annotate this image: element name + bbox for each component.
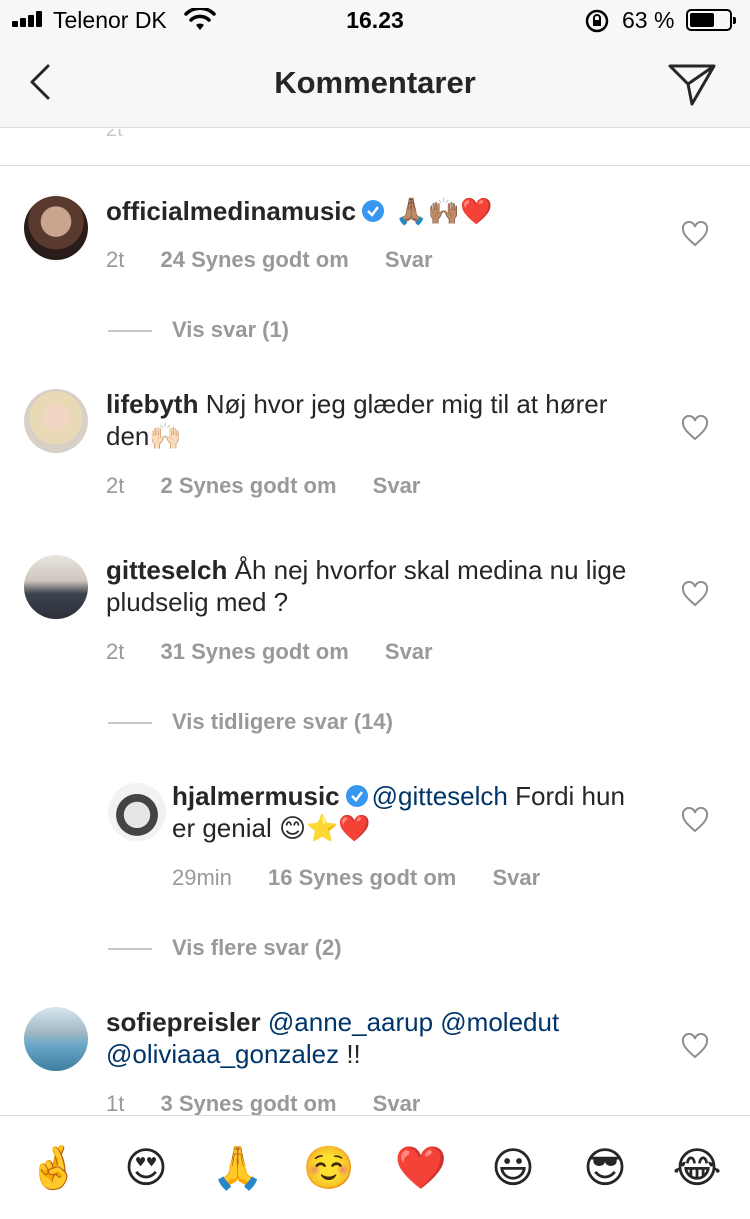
- heart-icon[interactable]: [681, 581, 709, 607]
- username[interactable]: lifebyth: [106, 389, 198, 419]
- heart-icon[interactable]: [681, 221, 709, 247]
- timestamp: 1t: [106, 1091, 125, 1115]
- heart-icon[interactable]: [681, 807, 709, 833]
- reply-button[interactable]: Svar: [385, 247, 433, 272]
- paper-plane-icon[interactable]: [666, 60, 718, 108]
- verified-badge-icon: [361, 200, 384, 222]
- comment-text: 🙏🏽🙌🏽❤️: [395, 196, 493, 226]
- likes-count[interactable]: 3 Synes godt om: [160, 1091, 336, 1115]
- battery-percent: 63 %: [622, 7, 675, 33]
- rotation-lock-icon: [585, 9, 609, 33]
- comment-meta: 2t 24 Synes godt om Svar: [106, 247, 433, 273]
- username[interactable]: hjalmermusic: [172, 781, 340, 811]
- emoji-bar: 🤞 😍 🙏 ☺️ ❤️ 😃 😎 😂: [0, 1115, 750, 1219]
- avatar[interactable]: [24, 196, 88, 260]
- verified-badge-icon: [345, 785, 368, 807]
- timestamp: 2t: [106, 473, 125, 498]
- emoji-sunglasses-button[interactable]: 😎: [575, 1140, 635, 1196]
- timestamp: 29min: [172, 865, 232, 890]
- toggle-label: Vis svar (1): [172, 317, 290, 342]
- comments-list[interactable]: 2t officialmedinamusic 🙏🏽🙌🏽❤️ 2t 24 Syne…: [0, 129, 750, 1115]
- show-earlier-replies-toggle[interactable]: Vis tidligere svar (14): [108, 709, 393, 735]
- toggle-label: Vis flere svar (2): [172, 935, 342, 960]
- emoji-heart-button[interactable]: ❤️: [391, 1140, 451, 1196]
- comment-meta: 2t 31 Synes godt om Svar: [106, 639, 433, 665]
- show-replies-toggle[interactable]: Vis svar (1): [108, 317, 289, 343]
- timestamp: 2t: [106, 247, 125, 272]
- reply-button[interactable]: Svar: [373, 473, 421, 498]
- emoji-smiley-button[interactable]: 😃: [483, 1140, 543, 1196]
- avatar[interactable]: [24, 389, 88, 453]
- comment-meta: 29min 16 Synes godt om Svar: [172, 865, 540, 891]
- username[interactable]: officialmedinamusic: [106, 196, 356, 226]
- cut-off-text: 2t: [106, 129, 123, 141]
- avatar[interactable]: [24, 1007, 88, 1071]
- timestamp: 2t: [106, 639, 125, 664]
- username[interactable]: sofiepreisler: [106, 1007, 261, 1037]
- heart-icon[interactable]: [681, 415, 709, 441]
- mention-link[interactable]: @gitteselch: [372, 781, 508, 811]
- avatar[interactable]: [24, 555, 88, 619]
- avatar[interactable]: [108, 783, 166, 841]
- page-title: Kommentarer: [274, 65, 476, 100]
- nav-header: Kommentarer: [0, 40, 750, 128]
- toggle-label: Vis tidligere svar (14): [172, 709, 393, 734]
- emoji-joy-button[interactable]: 😂: [667, 1140, 727, 1196]
- reply-button[interactable]: Svar: [492, 865, 540, 890]
- comment-text: !!: [339, 1039, 361, 1069]
- comment-meta: 1t 3 Synes godt om Svar: [106, 1091, 420, 1115]
- emoji-heart-eyes-button[interactable]: 😍: [116, 1140, 176, 1196]
- likes-count[interactable]: 16 Synes godt om: [268, 865, 456, 890]
- comment-meta: 2t 2 Synes godt om Svar: [106, 473, 420, 499]
- emoji-pray-button[interactable]: 🙏: [208, 1140, 268, 1196]
- likes-count[interactable]: 2 Synes godt om: [160, 473, 336, 498]
- divider: [0, 165, 750, 166]
- show-more-replies-toggle[interactable]: Vis flere svar (2): [108, 935, 342, 961]
- reply-button[interactable]: Svar: [385, 639, 433, 664]
- likes-count[interactable]: 31 Synes godt om: [160, 639, 348, 664]
- emoji-crossed-fingers-button[interactable]: 🤞: [24, 1140, 84, 1196]
- battery-icon: [686, 9, 736, 31]
- username[interactable]: gitteselch: [106, 555, 227, 585]
- status-bar: Telenor DK 16.23 63 %: [0, 0, 750, 40]
- emoji-blush-button[interactable]: ☺️: [299, 1140, 359, 1196]
- reply-button[interactable]: Svar: [373, 1091, 421, 1115]
- heart-icon[interactable]: [681, 1033, 709, 1059]
- likes-count[interactable]: 24 Synes godt om: [160, 247, 348, 272]
